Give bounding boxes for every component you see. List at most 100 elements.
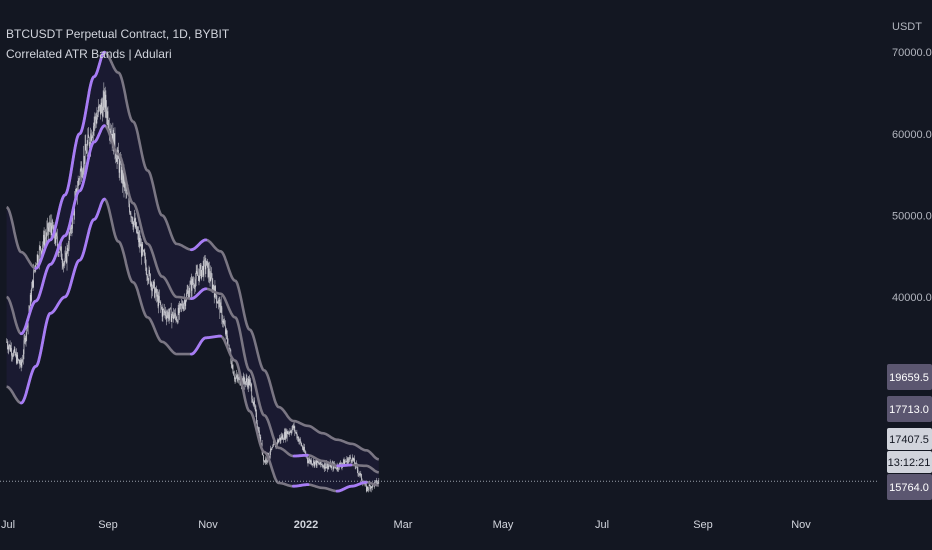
- candle-body: [200, 264, 202, 278]
- candle-body: [41, 250, 42, 254]
- candle-body: [106, 109, 107, 118]
- candle-body: [297, 436, 299, 442]
- candle-body: [12, 355, 14, 357]
- candle-body: [141, 243, 142, 257]
- candle-body: [93, 126, 94, 136]
- candle-body: [271, 447, 273, 450]
- candle-body: [294, 426, 296, 432]
- candle-body: [79, 178, 80, 180]
- candle-body: [68, 233, 70, 249]
- candle-body: [147, 275, 148, 281]
- symbol-title[interactable]: BTCUSDT Perpetual Contract, 1D, BYBIT: [6, 24, 229, 44]
- candle-body: [321, 464, 323, 466]
- candle-body: [160, 302, 162, 307]
- candle-body: [156, 294, 158, 297]
- candle-body: [36, 264, 37, 266]
- candle-body: [262, 453, 264, 456]
- candle-body: [16, 353, 17, 364]
- candle-body: [104, 91, 105, 108]
- candle-body: [137, 232, 139, 233]
- candle-body: [7, 346, 9, 350]
- candle-body: [46, 228, 48, 237]
- price-badge[interactable]: 17407.5: [887, 428, 932, 450]
- candle-body: [291, 428, 293, 433]
- candle-body: [173, 316, 175, 319]
- candle-body: [32, 280, 34, 287]
- candle-body: [11, 348, 12, 356]
- candle-body: [169, 308, 171, 315]
- candle-body: [366, 486, 368, 491]
- candle-body: [247, 379, 249, 388]
- candle-body: [148, 269, 150, 281]
- candle-body: [34, 270, 35, 272]
- candle-body: [79, 170, 81, 179]
- candle-body: [166, 315, 167, 319]
- candle-body: [325, 467, 327, 469]
- price-badge-label: 19659.5: [889, 372, 929, 384]
- candle-body: [195, 271, 197, 280]
- candle-body: [198, 275, 200, 281]
- candle-body: [270, 448, 271, 456]
- candle-body: [158, 296, 159, 307]
- candle-body: [231, 365, 233, 368]
- candle-body: [368, 485, 370, 490]
- candle-body: [100, 104, 101, 115]
- candle-body: [360, 473, 362, 475]
- price-badge[interactable]: 15764.0: [887, 474, 932, 500]
- candle-body: [222, 320, 224, 323]
- candle-body: [97, 107, 99, 115]
- candle-body: [225, 330, 227, 334]
- candle-body: [370, 486, 372, 490]
- candle-body: [66, 247, 68, 263]
- candle-body: [22, 359, 23, 362]
- candle-body: [195, 279, 196, 288]
- candle-body: [39, 246, 41, 248]
- candle-body: [33, 270, 34, 287]
- candle-body: [291, 432, 292, 434]
- candle-body: [124, 181, 125, 188]
- candle-body: [151, 283, 153, 292]
- candle-body: [35, 264, 37, 266]
- candle-body: [288, 432, 290, 434]
- candle-body: [272, 447, 273, 448]
- candle-body: [368, 488, 369, 490]
- candle-body: [322, 466, 324, 468]
- candle-body: [134, 218, 135, 222]
- candle-body: [130, 213, 132, 218]
- candle-body: [7, 341, 8, 347]
- candle-body: [181, 303, 183, 308]
- candle-body: [252, 398, 253, 403]
- candle-body: [197, 272, 198, 276]
- candle-body: [216, 302, 218, 303]
- candle-body: [308, 460, 309, 463]
- price-badge[interactable]: 13:12:21: [887, 451, 932, 473]
- price-chart[interactable]: USDT 70000.060000.050000.040000.030000.0…: [0, 0, 932, 550]
- candle-body: [202, 266, 203, 271]
- candle-body: [287, 431, 289, 434]
- candle-body: [299, 439, 300, 441]
- candle-body: [251, 387, 253, 399]
- candle-body: [338, 468, 339, 470]
- candle-body: [207, 261, 209, 277]
- candle-body: [234, 375, 235, 379]
- candle-body: [263, 455, 264, 462]
- price-badge[interactable]: 19659.5: [887, 364, 932, 390]
- candle-body: [190, 280, 191, 285]
- candle-body: [13, 351, 14, 357]
- candle-body: [316, 460, 318, 466]
- candle-body: [54, 238, 56, 243]
- price-badge-label: 17407.5: [889, 434, 929, 446]
- candle-body: [293, 426, 295, 429]
- time-tick-label: Mar: [394, 519, 413, 531]
- candle-body: [286, 430, 287, 438]
- candle-body: [183, 303, 184, 310]
- indicator-title[interactable]: Correlated ATR Bands | Adulari: [6, 44, 229, 64]
- candle-body: [232, 365, 234, 374]
- candle-body: [280, 436, 282, 441]
- candle-body: [369, 485, 371, 486]
- candle-body: [298, 440, 300, 442]
- candle-body: [301, 445, 303, 447]
- candle-body: [295, 432, 297, 434]
- price-badge[interactable]: 17713.0: [887, 396, 932, 422]
- candle-body: [13, 348, 15, 352]
